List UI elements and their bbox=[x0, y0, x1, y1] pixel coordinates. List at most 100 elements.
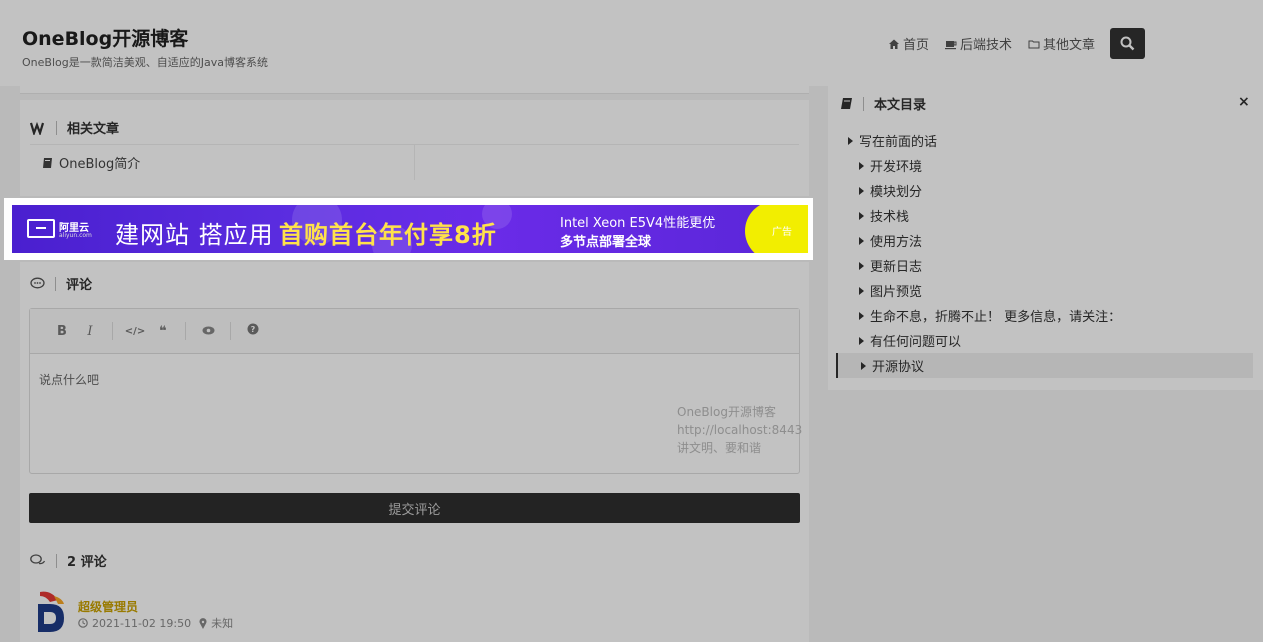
toc-close-button[interactable]: × bbox=[1238, 94, 1250, 110]
related-articles-panel: 相关文章 OneBlog简介 bbox=[20, 100, 809, 196]
ad-banner[interactable]: 阿里云 aliyun.com 建网站 搭应用 首购首台年付享8折 Intel X… bbox=[12, 205, 808, 253]
comment-heading: 评论 bbox=[30, 274, 92, 293]
editor-toolbar: B I </> ❝ ? bbox=[30, 309, 799, 354]
heading-divider bbox=[863, 96, 864, 111]
home-icon bbox=[888, 39, 899, 49]
ad-detail-line2: 多节点部署全球 bbox=[560, 235, 652, 250]
toc-item-label: 模块划分 bbox=[870, 185, 923, 200]
heading-divider bbox=[55, 276, 56, 291]
caret-right-icon bbox=[859, 311, 864, 320]
comment-location-text: 未知 bbox=[211, 617, 234, 630]
toc-item-label: 生命不息，折腾不止！ 更多信息，请关注： bbox=[870, 310, 1122, 325]
search-icon bbox=[1120, 36, 1135, 51]
nav-backend[interactable]: 后端技术 bbox=[944, 34, 1012, 53]
toc-item-label: 开源协议 bbox=[872, 360, 925, 375]
toc-item-label: 开发环境 bbox=[870, 160, 923, 175]
caret-right-icon bbox=[859, 336, 864, 345]
nav-other[interactable]: 其他文章 bbox=[1028, 34, 1095, 53]
toc-item-label: 写在前面的话 bbox=[859, 135, 938, 150]
caret-right-icon bbox=[859, 186, 864, 195]
avatar[interactable] bbox=[36, 590, 66, 632]
ad-logo-url: aliyun.com bbox=[59, 232, 92, 239]
related-article-link[interactable]: OneBlog简介 bbox=[42, 153, 140, 172]
comment-textarea[interactable]: 说点什么吧 bbox=[39, 371, 99, 388]
eye-icon bbox=[202, 326, 214, 334]
toc-item[interactable]: 有任何问题可以 bbox=[828, 328, 1263, 353]
toolbar-divider bbox=[185, 322, 186, 340]
folder-icon bbox=[1028, 40, 1040, 48]
submit-comment-button[interactable]: 提交评论 bbox=[29, 493, 800, 523]
comment-time: 2021-11-02 19:50 bbox=[78, 617, 191, 630]
toc-item[interactable]: 开发环境 bbox=[828, 153, 1263, 178]
toc-item-active[interactable]: 开源协议 bbox=[836, 353, 1253, 378]
caret-right-icon bbox=[859, 286, 864, 295]
nav-home[interactable]: 首页 bbox=[888, 34, 929, 53]
toolbar-divider bbox=[230, 322, 231, 340]
related-article-title: OneBlog简介 bbox=[59, 157, 141, 172]
ad-headline: 建网站 搭应用 bbox=[115, 221, 274, 249]
coffee-icon bbox=[944, 40, 957, 49]
comment-editor: B I </> ❝ ? 说点什么吧 OneBlog开源博客 http://loc… bbox=[29, 308, 803, 474]
toc-item[interactable]: 写在前面的话 bbox=[828, 128, 1263, 153]
comment-location: 未知 bbox=[199, 615, 233, 631]
nav-backend-label: 后端技术 bbox=[959, 38, 1012, 53]
toc-item[interactable]: 使用方法 bbox=[828, 228, 1263, 253]
book-icon bbox=[841, 98, 852, 109]
main-nav: 首页 后端技术 其他文章 bbox=[888, 34, 1095, 53]
ad-headline-highlight: 首购首台年付享8折 bbox=[279, 221, 497, 249]
help-button[interactable]: ? bbox=[239, 323, 267, 339]
toc-heading: 本文目录 bbox=[840, 94, 926, 113]
help-glyph: ? bbox=[251, 325, 256, 334]
toc-item-label: 有任何问题可以 bbox=[870, 335, 962, 350]
weibo-icon bbox=[30, 121, 45, 135]
toc-item[interactable]: 更新日志 bbox=[828, 253, 1263, 278]
caret-right-icon bbox=[848, 136, 853, 145]
toolbar-divider bbox=[112, 322, 113, 340]
italic-button[interactable]: I bbox=[76, 324, 104, 339]
toc-panel: 本文目录 × 写在前面的话 开发环境 模块划分 技术栈 使用方法 更新日志 图片… bbox=[828, 86, 1263, 390]
site-title[interactable]: OneBlog开源博客 bbox=[22, 24, 188, 51]
comment-count-heading: 2 评论 bbox=[30, 551, 107, 570]
nav-other-label: 其他文章 bbox=[1042, 38, 1095, 53]
toc-item-label: 使用方法 bbox=[870, 235, 923, 250]
quote-button[interactable]: ❝ bbox=[149, 324, 177, 339]
comments-icon bbox=[30, 554, 46, 565]
aliyun-logo-icon bbox=[27, 219, 55, 238]
clock-icon bbox=[78, 618, 88, 628]
toc-item-label: 技术栈 bbox=[870, 210, 910, 225]
comment-count: 2 评论 bbox=[67, 555, 107, 570]
search-button[interactable] bbox=[1110, 28, 1145, 59]
code-button[interactable]: </> bbox=[121, 326, 149, 337]
article-bottom-strip bbox=[20, 86, 809, 94]
ad-tag-label: 广告 bbox=[772, 227, 792, 238]
toc-item-label: 图片预览 bbox=[870, 285, 923, 300]
toc-list: 写在前面的话 开发环境 模块划分 技术栈 使用方法 更新日志 图片预览 生命不息… bbox=[828, 128, 1263, 378]
comment-icon bbox=[30, 277, 45, 289]
toc-item[interactable]: 模块划分 bbox=[828, 178, 1263, 203]
toc-item-label: 更新日志 bbox=[870, 260, 923, 275]
site-subtitle: OneBlog是一款简洁美观、自适应的Java博客系统 bbox=[22, 56, 268, 69]
comment-author[interactable]: 超级管理员 bbox=[78, 598, 138, 615]
location-icon bbox=[199, 617, 207, 629]
comment-meta: 2021-11-02 19:50 未知 bbox=[78, 615, 233, 631]
related-heading: 相关文章 bbox=[30, 118, 119, 137]
caret-right-icon bbox=[859, 211, 864, 220]
toc-item[interactable]: 技术栈 bbox=[828, 203, 1263, 228]
preview-button[interactable] bbox=[194, 324, 222, 339]
site-header: OneBlog开源博客 OneBlog是一款简洁美观、自适应的Java博客系统 … bbox=[0, 0, 1263, 86]
related-title: 相关文章 bbox=[67, 122, 120, 137]
comment-panel: 评论 B I </> ❝ ? 说点什么吧 OneBlog开源博客 http://… bbox=[20, 262, 809, 642]
comment-title: 评论 bbox=[66, 278, 93, 293]
caret-right-icon bbox=[861, 361, 866, 370]
ad-detail-line1: Intel Xeon E5V4性能更优 bbox=[560, 216, 716, 231]
toc-item[interactable]: 图片预览 bbox=[828, 278, 1263, 303]
editor-watermark: OneBlog开源博客 http://localhost:8443 讲文明、要和… bbox=[677, 405, 803, 455]
heading-divider bbox=[56, 120, 57, 135]
caret-right-icon bbox=[859, 261, 864, 270]
help-icon: ? bbox=[247, 323, 259, 335]
bold-button[interactable]: B bbox=[48, 324, 76, 339]
nav-home-label: 首页 bbox=[902, 38, 929, 53]
book-icon bbox=[43, 157, 52, 168]
divider bbox=[414, 144, 415, 180]
toc-item[interactable]: 生命不息，折腾不止！ 更多信息，请关注： bbox=[828, 303, 1263, 328]
